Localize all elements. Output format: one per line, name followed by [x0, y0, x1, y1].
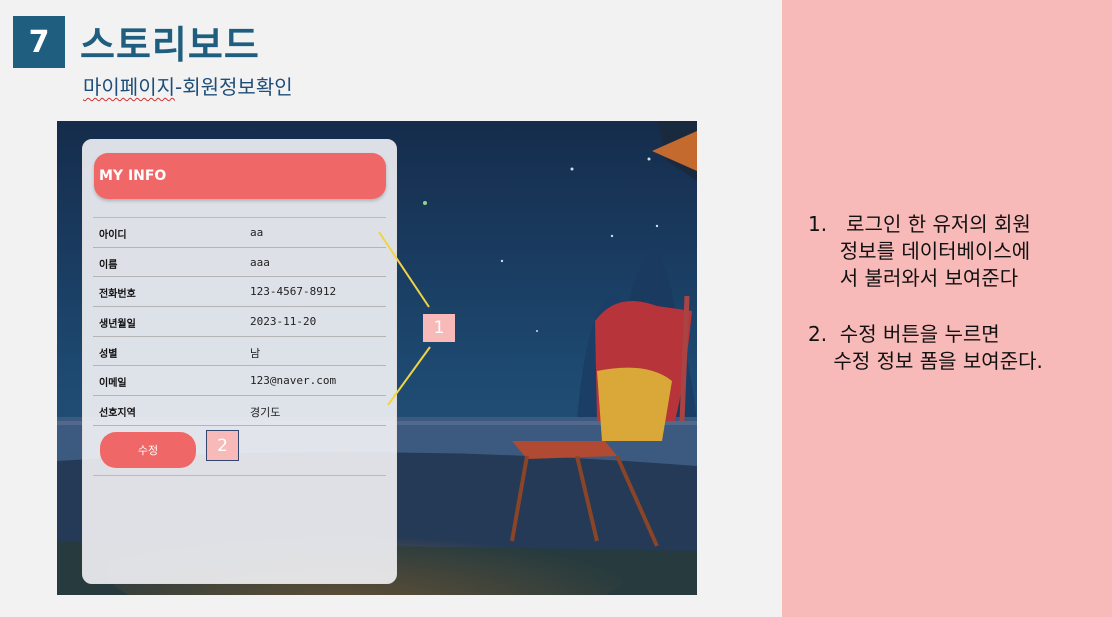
slide-subtitle: 마이페이지-회원정보확인 — [83, 71, 293, 100]
info-row-gender: 성별 남 — [93, 337, 386, 367]
info-label: 성별 — [99, 348, 118, 360]
description-panel: 1. 로그인 한 유저의 회원 정보를 데이터베이스에 서 불러와서 보여준다 … — [782, 0, 1112, 617]
info-label: 생년월일 — [99, 319, 136, 331]
info-value: aaa — [250, 255, 270, 269]
info-value: 남 — [250, 346, 261, 360]
info-value: 경기도 — [250, 406, 281, 420]
divider — [93, 475, 386, 476]
app-screenshot: MY INFO 아이디 aa 이름 aaa 전화번호 123-4567-8912… — [57, 121, 697, 595]
info-label: 전화번호 — [99, 289, 136, 301]
note-item-1: 1. 로그인 한 유저의 회원 정보를 데이터베이스에 서 불러와서 보여준다 — [808, 212, 1031, 290]
callout-marker-2: 2 — [206, 430, 239, 461]
info-row-birthdate: 생년월일 2023-11-20 — [93, 307, 386, 337]
info-table: 아이디 aa 이름 aaa 전화번호 123-4567-8912 생년월일 20… — [93, 217, 386, 426]
subtitle-detail: -회원정보확인 — [175, 75, 293, 99]
info-value: 123-4567-8912 — [250, 285, 337, 299]
info-value: aa — [250, 226, 264, 239]
info-row-phone: 전화번호 123-4567-8912 — [93, 277, 386, 308]
my-info-card: MY INFO 아이디 aa 이름 aaa 전화번호 123-4567-8912… — [82, 139, 397, 584]
callout-marker-1: 1 — [423, 314, 455, 342]
edit-button[interactable]: 수정 — [100, 432, 196, 468]
slide-number: 7 — [13, 16, 65, 68]
info-label: 선호지역 — [99, 408, 136, 420]
note-item-2: 2. 수정 버튼을 누르면 수정 정보 폼을 보여준다. — [808, 322, 1043, 373]
my-info-header: MY INFO — [94, 153, 386, 199]
info-label: 이메일 — [99, 378, 127, 390]
info-row-region: 선호지역 경기도 — [93, 396, 386, 426]
subtitle-main: 마이페이지 — [83, 75, 175, 99]
info-label: 아이디 — [99, 230, 127, 241]
info-value: 123@naver.com — [250, 374, 337, 388]
info-row-name: 이름 aaa — [93, 248, 386, 278]
info-row-id: 아이디 aa — [93, 218, 386, 248]
info-label: 이름 — [99, 259, 118, 271]
info-value: 2023-11-20 — [250, 315, 317, 329]
slide-title: 스토리보드 — [80, 23, 260, 67]
info-row-email: 이메일 123@naver.com — [93, 366, 386, 397]
